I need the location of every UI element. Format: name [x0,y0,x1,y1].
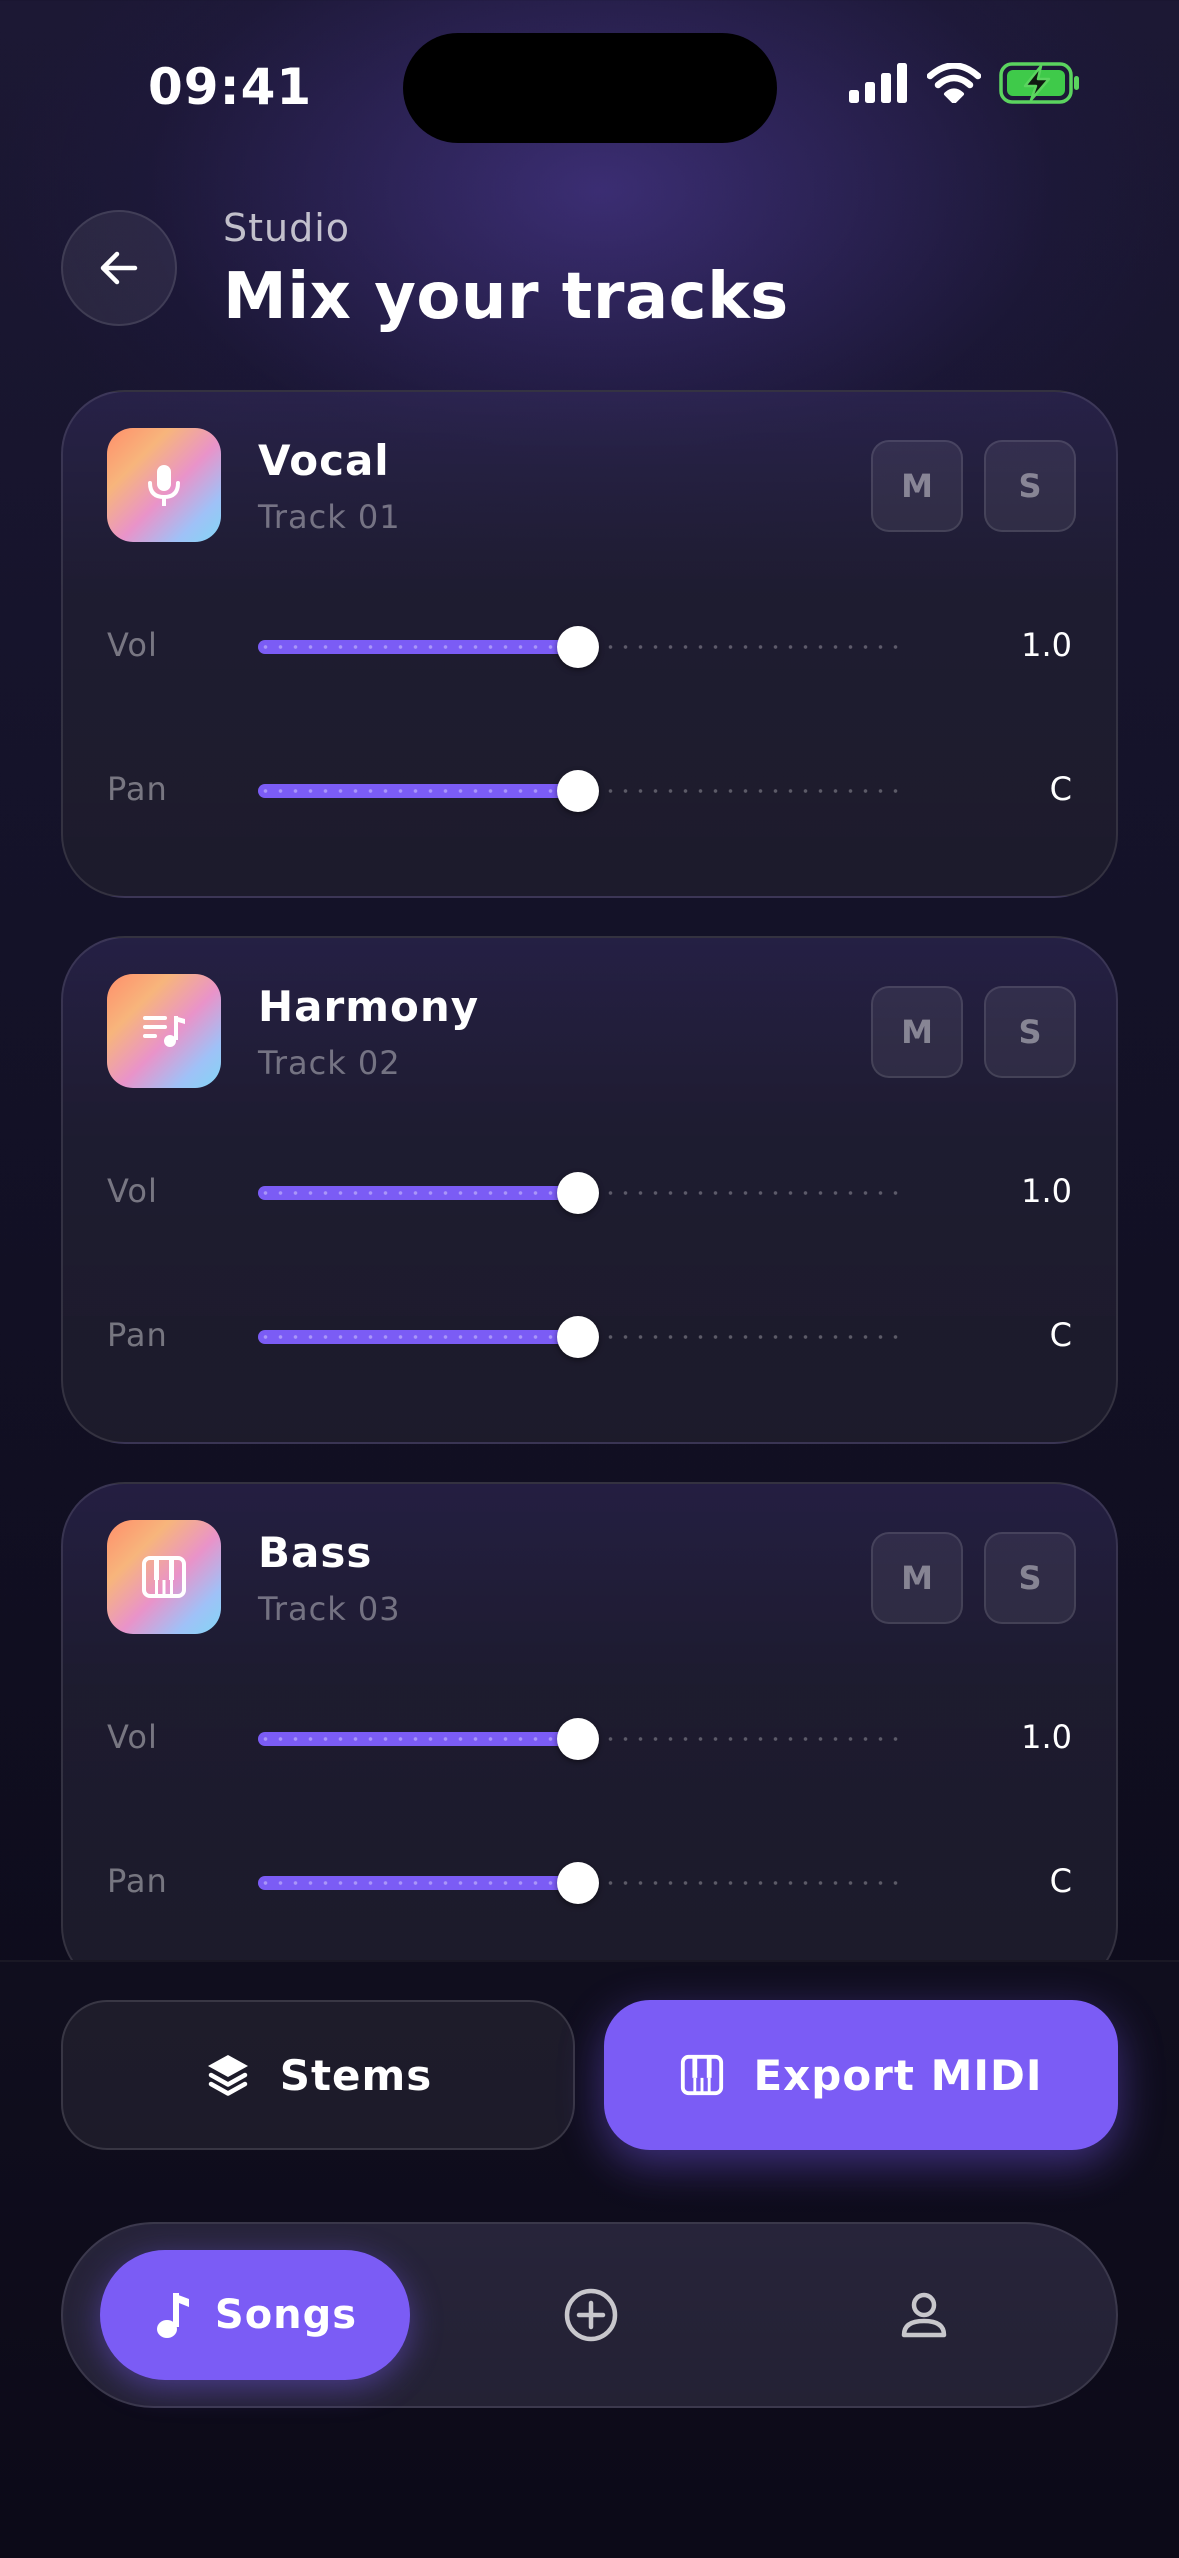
music-note-icon [156,2293,189,2338]
pan-slider[interactable] [258,1858,898,1908]
plus-circle-icon [564,2288,618,2342]
tab-bar: Songs [61,2222,1118,2408]
volume-slider[interactable] [258,1714,898,1764]
tab-profile[interactable] [876,2267,972,2363]
tab-songs[interactable]: Songs [100,2250,410,2380]
pan-slider[interactable] [258,1312,898,1362]
pan-slider[interactable] [258,766,898,816]
solo-button[interactable]: S [984,986,1076,1078]
volume-slider[interactable] [258,1168,898,1218]
layers-icon [207,2055,248,2096]
stems-label: Stems [279,2050,433,2100]
track-number: Track 01 [258,498,401,536]
piano-icon [142,1556,186,1598]
track-card-harmony: Harmony Track 02 M S Vol 1.0 Pan C [61,936,1118,1444]
track-list[interactable]: Vocal Track 01 M S Vol 1.0 Pan C Harmony… [0,0,1179,1960]
track-card-vocal: Vocal Track 01 M S Vol 1.0 Pan C [61,390,1118,898]
tab-create[interactable] [543,2267,639,2363]
solo-button[interactable]: S [984,440,1076,532]
slider-fill [258,1732,578,1746]
microphone-icon [148,465,180,506]
volume-value: 1.0 [1021,626,1072,664]
slider-thumb[interactable] [557,770,599,812]
pan-label: Pan [107,1862,168,1900]
track-icon-tile [107,1520,221,1634]
tab-songs-label: Songs [214,2292,358,2338]
slider-thumb[interactable] [557,1862,599,1904]
track-name: Bass [258,1528,373,1577]
pan-value: C [1049,1862,1072,1900]
track-card-bass: Bass Track 03 M S Vol 1.0 Pan C [61,1482,1118,1960]
track-icon-tile [107,428,221,542]
slider-thumb[interactable] [557,1172,599,1214]
track-number: Track 02 [258,1044,401,1082]
track-icon-tile [107,974,221,1088]
volume-label: Vol [107,626,158,664]
pan-value: C [1049,1316,1072,1354]
solo-button[interactable]: S [984,1532,1076,1624]
export-midi-label: Export MIDI [753,2050,1043,2100]
slider-thumb[interactable] [557,1718,599,1760]
volume-label: Vol [107,1172,158,1210]
track-name: Harmony [258,982,480,1031]
track-name: Vocal [258,436,390,485]
slider-fill [258,1186,578,1200]
pan-label: Pan [107,1316,168,1354]
pan-label: Pan [107,770,168,808]
slider-thumb[interactable] [557,1316,599,1358]
mute-button[interactable]: M [871,1532,963,1624]
export-midi-button[interactable]: Export MIDI [604,2000,1118,2150]
playlist-music-icon [143,1016,185,1047]
volume-value: 1.0 [1021,1718,1072,1756]
stems-button[interactable]: Stems [61,2000,575,2150]
mute-button[interactable]: M [871,986,963,1078]
volume-label: Vol [107,1718,158,1756]
piano-icon [681,2054,724,2096]
track-number: Track 03 [258,1590,401,1628]
slider-fill [258,640,578,654]
slider-fill [258,1330,578,1344]
volume-slider[interactable] [258,622,898,672]
slider-thumb[interactable] [557,626,599,668]
mute-button[interactable]: M [871,440,963,532]
pan-value: C [1049,770,1072,808]
bottom-action-area: Stems Export MIDI Songs [0,1960,1179,2558]
slider-fill [258,784,578,798]
slider-fill [258,1876,578,1890]
user-icon [901,2292,947,2338]
volume-value: 1.0 [1021,1172,1072,1210]
